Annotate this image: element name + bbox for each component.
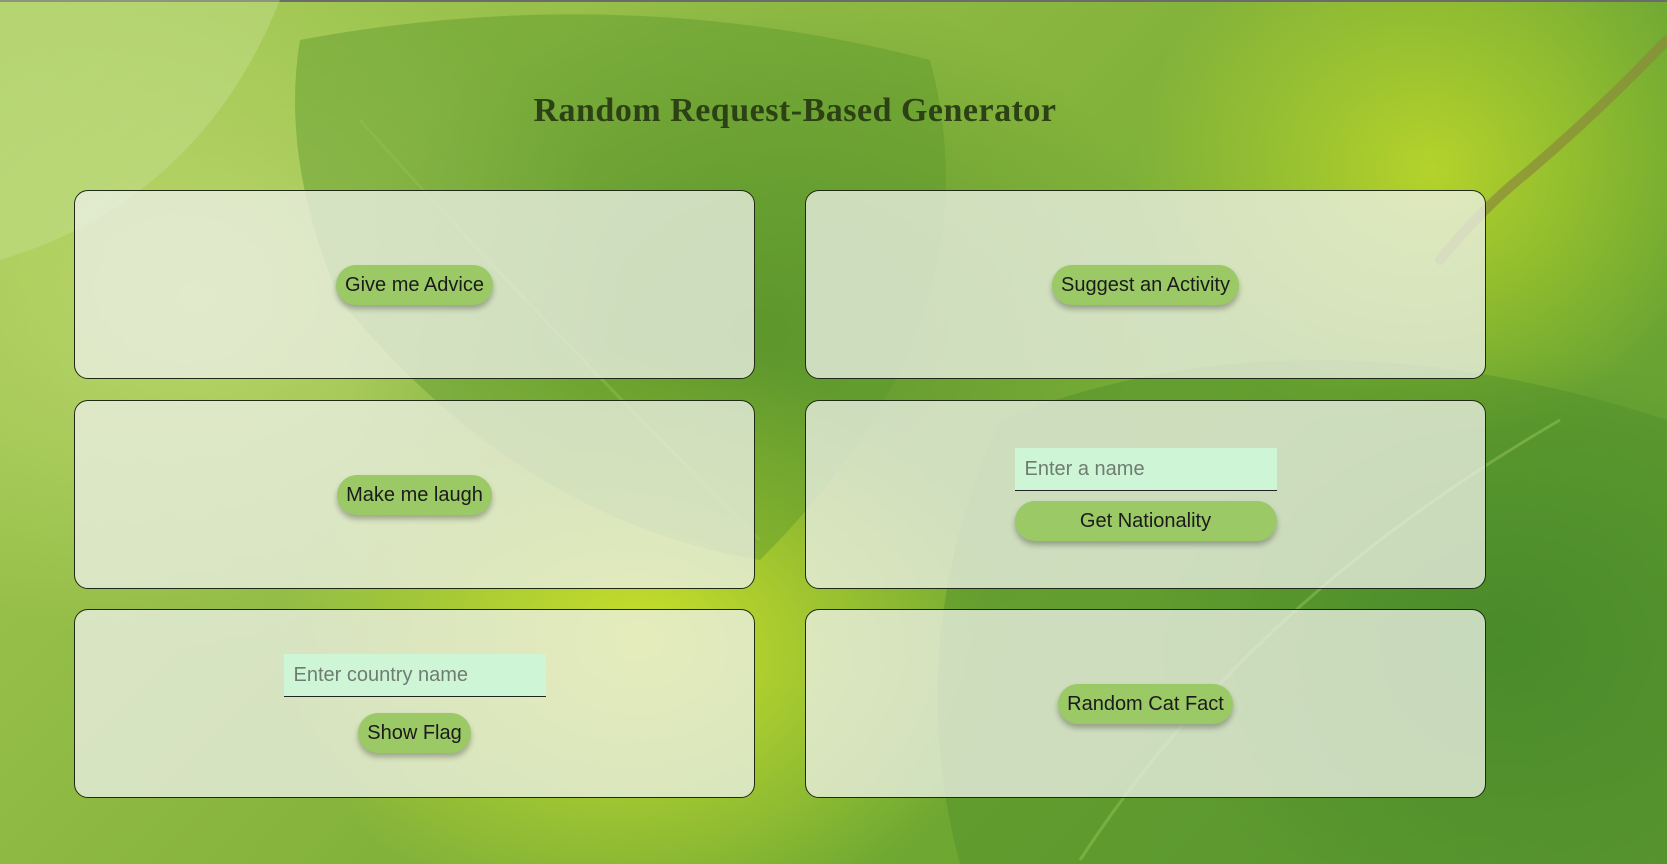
- activity-card: Suggest an Activity: [805, 190, 1486, 379]
- country-name-input[interactable]: [283, 654, 546, 697]
- flag-card: Show Flag: [74, 609, 755, 798]
- suggest-activity-button[interactable]: Suggest an Activity: [1052, 264, 1239, 305]
- page-title: Random Request-Based Generator: [533, 92, 1057, 129]
- window-top-border: [0, 0, 1667, 2]
- joke-card: Make me laugh: [74, 400, 755, 589]
- cat-fact-card: Random Cat Fact: [805, 609, 1486, 798]
- make-me-laugh-button[interactable]: Make me laugh: [337, 474, 492, 515]
- show-flag-button[interactable]: Show Flag: [358, 713, 471, 753]
- advice-card: Give me Advice: [74, 190, 755, 379]
- get-nationality-button[interactable]: Get Nationality: [1014, 501, 1277, 541]
- random-cat-fact-button[interactable]: Random Cat Fact: [1058, 683, 1233, 724]
- name-input[interactable]: [1014, 448, 1277, 491]
- nationality-card: Get Nationality: [805, 400, 1486, 589]
- give-advice-button[interactable]: Give me Advice: [336, 264, 493, 305]
